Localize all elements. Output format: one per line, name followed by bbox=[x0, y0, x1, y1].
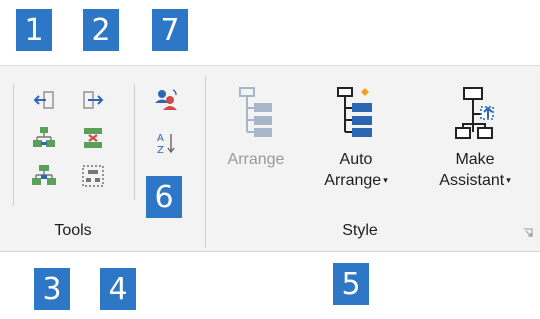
style-group-label: Style bbox=[342, 222, 378, 239]
dialog-launcher-icon[interactable] bbox=[523, 228, 533, 238]
dropdown-arrow-icon: ▾ bbox=[506, 175, 511, 185]
callout-badge: 5 bbox=[333, 263, 369, 305]
group-separator bbox=[134, 84, 135, 200]
svg-text:A: A bbox=[157, 133, 164, 144]
auto-arrange-button[interactable]: Auto Arrange ▾ bbox=[308, 84, 404, 191]
arrange-icon bbox=[239, 87, 272, 137]
group-separator bbox=[13, 84, 14, 206]
add-assistant-icon[interactable] bbox=[31, 163, 57, 189]
auto-arrange-label-line2: Arrange ▾ bbox=[324, 172, 388, 189]
demote-shape-icon[interactable] bbox=[80, 87, 106, 113]
group-separator bbox=[205, 76, 206, 248]
arrange-label: Arrange bbox=[227, 151, 285, 168]
callout-badge: 4 bbox=[100, 268, 136, 310]
tools-group-label: Tools bbox=[54, 222, 92, 239]
arrange-button[interactable]: Arrange bbox=[216, 84, 296, 170]
auto-arrange-label-line1: Auto bbox=[339, 151, 373, 168]
svg-text:Z: Z bbox=[157, 145, 164, 156]
callout-badge: 3 bbox=[34, 268, 70, 310]
make-assistant-label-line1: Make bbox=[455, 151, 495, 168]
make-assistant-label-line2: Assistant ▾ bbox=[439, 172, 511, 189]
promote-shape-icon[interactable] bbox=[31, 87, 57, 113]
select-group-icon[interactable] bbox=[80, 163, 106, 189]
dropdown-arrow-icon: ▾ bbox=[383, 175, 388, 185]
callout-badge: 6 bbox=[146, 176, 182, 218]
callout-badge: 7 bbox=[152, 9, 188, 51]
auto-arrange-icon bbox=[337, 87, 372, 137]
delete-shape-icon[interactable] bbox=[80, 125, 106, 151]
callout-badge: 1 bbox=[16, 9, 52, 51]
make-assistant-icon bbox=[455, 87, 494, 139]
add-subordinate-icon[interactable] bbox=[31, 125, 57, 151]
sort-az-icon[interactable]: A Z bbox=[153, 130, 179, 156]
make-assistant-button[interactable]: Make Assistant ▾ bbox=[416, 84, 534, 191]
change-position-type-icon[interactable] bbox=[153, 87, 179, 113]
callout-badge: 2 bbox=[83, 9, 119, 51]
